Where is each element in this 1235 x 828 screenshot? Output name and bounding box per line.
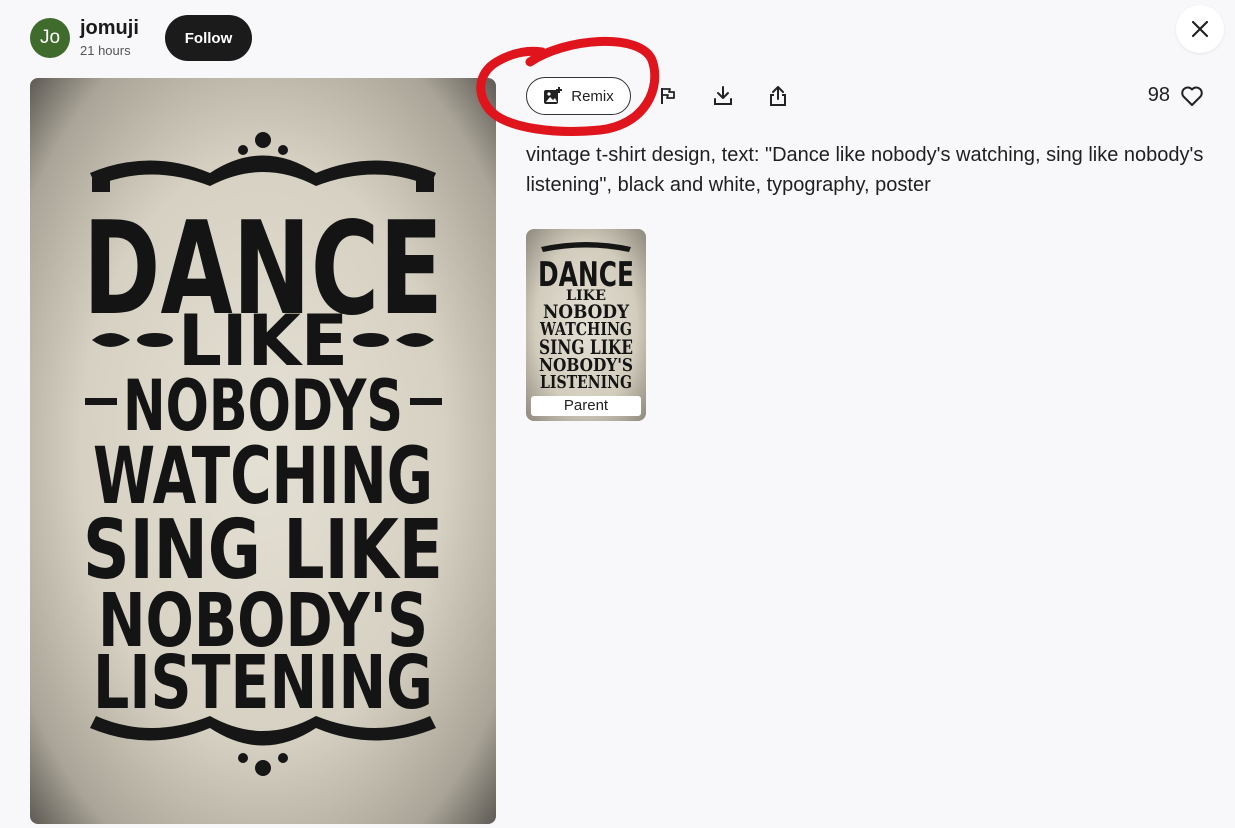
ornament-top (90, 132, 436, 192)
avatar[interactable]: Jo (30, 18, 70, 58)
post-detail-view: Jo jomuji 21 hours Follow DANCE LIKE NOB… (0, 0, 1235, 828)
poster-artwork: DANCE LIKE NOBODYS WATCHING SING LIKE NO… (83, 132, 443, 776)
download-button[interactable] (709, 82, 737, 110)
share-button[interactable] (764, 82, 792, 110)
poster-dash-left (85, 398, 117, 405)
remix-button[interactable]: Remix (526, 77, 631, 115)
poster-dash-right (410, 398, 442, 405)
close-icon (1191, 20, 1209, 38)
like-button[interactable] (1178, 82, 1206, 110)
close-button[interactable] (1176, 5, 1224, 53)
remix-label: Remix (571, 87, 614, 105)
remix-image-icon (544, 87, 563, 104)
flag-button[interactable] (654, 82, 682, 110)
thumb-ornament (541, 242, 631, 252)
poster-line-7: LISTENING (93, 640, 433, 726)
parent-artwork: DANCE LIKE NOBODY WATCHING SING LIKE NOB… (538, 242, 634, 393)
prompt-text: vintage t-shirt design, text: "Dance lik… (526, 144, 1204, 196)
follow-button[interactable]: Follow (165, 15, 252, 61)
flag-icon (661, 88, 675, 104)
generated-image[interactable]: DANCE LIKE NOBODYS WATCHING SING LIKE NO… (30, 78, 496, 824)
thumb-line-7: LISTENING (540, 372, 632, 393)
share-icon (770, 86, 786, 106)
heart-icon (1181, 86, 1203, 106)
parent-label: Parent (531, 396, 641, 416)
like-count: 98 (1147, 84, 1170, 106)
parent-image-thumbnail[interactable]: DANCE LIKE NOBODY WATCHING SING LIKE NOB… (526, 229, 646, 421)
username[interactable]: jomuji (80, 17, 139, 40)
download-icon (714, 86, 732, 105)
post-timestamp: 21 hours (80, 43, 131, 58)
